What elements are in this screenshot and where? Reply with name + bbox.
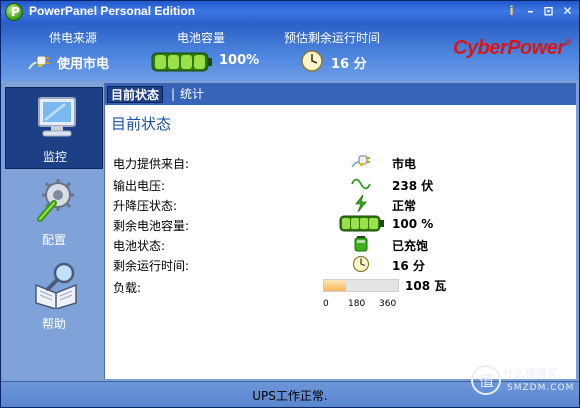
load-value: 108 瓦 — [405, 279, 447, 293]
cyberpower-logo: CyberPower® — [453, 37, 571, 59]
main-panel: 目前状态 | 统计 目前状态 电力提供来自: 市电 输出电压: 238 伏 升降… — [105, 83, 576, 379]
power-source-label: 供电来源 — [49, 31, 98, 45]
monitor-icon — [38, 97, 76, 137]
nav-label-monitor: 监控 — [42, 150, 67, 164]
app-logo-icon: P — [5, 3, 23, 21]
sine-wave-icon — [351, 178, 371, 190]
nav-label-config: 配置 — [41, 233, 66, 247]
app-window: P PowerPanel Personal Edition i – ⊡ ✕ 供电… — [0, 0, 580, 408]
status-header: 供电来源 使用市电 电池容量 100% 预估剩余运行时间 16 分 CyberP… — [1, 23, 579, 81]
load-bar — [323, 279, 399, 292]
load-bar-fill — [324, 280, 346, 291]
minimize-button[interactable]: – — [523, 4, 538, 19]
help-book-icon — [35, 262, 77, 309]
status-label-load: 负载: — [113, 281, 142, 295]
status-label-avr: 升降压状态: — [113, 199, 178, 213]
runtime-label: 预估剩余运行时间 — [284, 31, 381, 45]
status-label-power-source: 电力提供来自: — [113, 157, 190, 171]
close-button[interactable]: ✕ — [560, 4, 575, 19]
watermark: 值 什么值得买 SMZDM.COM — [471, 363, 577, 403]
clock-icon — [301, 50, 323, 72]
watermark-text: 什么值得买 — [503, 367, 558, 380]
clock-icon — [352, 255, 370, 272]
tab-separator: | — [171, 87, 176, 101]
info-button[interactable]: i — [504, 4, 519, 19]
tab-current-status[interactable]: 目前状态 — [107, 86, 164, 103]
window-title: PowerPanel Personal Edition — [29, 4, 196, 18]
tab-statistics[interactable]: 统计 — [177, 86, 207, 103]
load-tick-360: 360 — [379, 299, 397, 309]
battery-icon — [151, 52, 212, 72]
nav-item-help[interactable]: 帮助 — [5, 255, 103, 337]
battery-capacity-value: 100% — [219, 53, 260, 68]
battery-charged-icon — [354, 236, 368, 252]
status-value-battery-capacity: 100 % — [392, 217, 434, 231]
watermark-subtext: SMZDM.COM — [507, 383, 575, 393]
left-nav: 监控 配置 帮助 — [5, 83, 105, 379]
status-label-battery-capacity: 剩余电池容量: — [113, 219, 190, 233]
status-label-battery-state: 电池状态: — [113, 239, 166, 253]
plug-icon — [351, 155, 370, 168]
title-bar[interactable]: P PowerPanel Personal Edition i – ⊡ ✕ — [1, 1, 579, 23]
power-source-value: 使用市电 — [57, 57, 110, 72]
config-gear-icon — [37, 179, 74, 222]
status-label-output-voltage: 输出电压: — [113, 179, 166, 193]
lightning-icon — [355, 195, 367, 212]
status-value-power-source: 市电 — [392, 157, 417, 171]
status-value-battery-state: 已充饱 — [392, 239, 429, 253]
status-value-runtime: 16 分 — [392, 259, 425, 273]
battery-capacity-label: 电池容量 — [177, 31, 226, 45]
page-title: 目前状态 — [111, 115, 172, 133]
load-tick-0: 0 — [323, 299, 329, 309]
runtime-value: 16 分 — [331, 57, 367, 72]
nav-item-config[interactable]: 配置 — [5, 171, 103, 253]
watermark-logo-icon: 值 — [471, 365, 501, 395]
status-value-output-voltage: 238 伏 — [392, 179, 434, 193]
tab-bar: 目前状态 | 统计 — [105, 83, 576, 105]
load-tick-180: 180 — [348, 299, 366, 309]
restore-button[interactable]: ⊡ — [541, 4, 556, 19]
nav-item-monitor[interactable]: 监控 — [5, 87, 103, 169]
battery-icon — [339, 215, 384, 232]
plug-icon — [28, 55, 49, 70]
status-label-runtime: 剩余运行时间: — [113, 259, 190, 273]
status-value-avr: 正常 — [392, 199, 417, 213]
nav-label-help: 帮助 — [41, 317, 66, 331]
